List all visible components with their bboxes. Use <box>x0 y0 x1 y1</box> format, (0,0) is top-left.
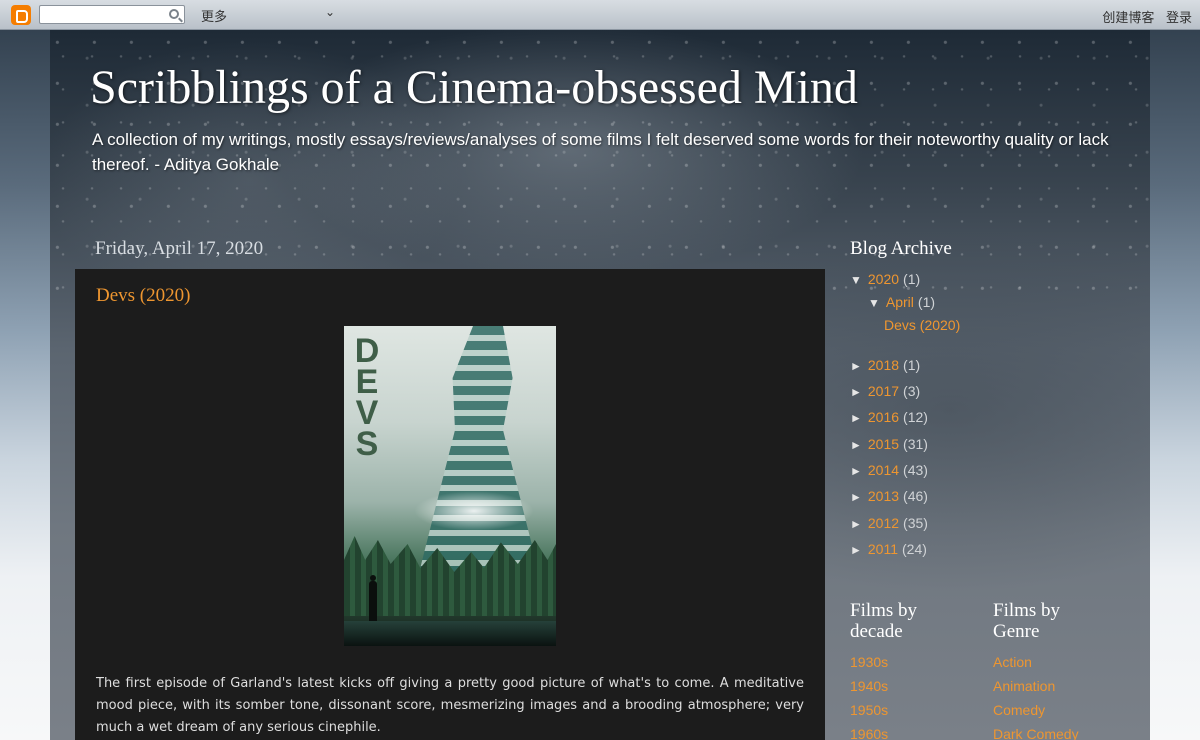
navbar: 更多 ⌄ 创建博客 登录 <box>0 0 1200 30</box>
archive-year: ► 2016 (12) <box>850 409 928 425</box>
create-blog-link[interactable]: 创建博客 <box>1102 10 1154 25</box>
archive-year: ► 2011 (24) <box>850 541 927 557</box>
genre-heading: Films by Genre <box>993 600 1061 642</box>
archive-link[interactable]: 2013 <box>868 488 899 504</box>
post-body: The first episode of Garland's latest ki… <box>96 676 804 735</box>
blog-description: A collection of my writings, mostly essa… <box>92 130 1109 174</box>
archive-count: (1) <box>903 357 921 373</box>
blogger-logo-icon[interactable] <box>11 5 31 25</box>
collapsed-triangle-icon[interactable]: ► <box>850 517 862 531</box>
archive-link[interactable]: 2017 <box>868 383 899 399</box>
collapsed-triangle-icon[interactable]: ► <box>850 490 862 504</box>
decade-link[interactable]: 1930s <box>850 654 888 678</box>
archive-link[interactable]: 2012 <box>868 515 899 531</box>
archive-year: ► 2018 (1) <box>850 357 920 373</box>
poster-cloud <box>414 491 534 531</box>
post-date: Friday, April 17, 2020 <box>95 238 264 259</box>
archive-heading: Blog Archive <box>850 238 952 259</box>
nav-actions: 创建博客 登录 <box>1094 7 1192 26</box>
more-dropdown[interactable]: 更多 ⌄ <box>201 5 337 24</box>
archive-count: (35) <box>903 515 928 531</box>
genre-link[interactable]: Action <box>993 654 1079 678</box>
decade-link[interactable]: 1960s <box>850 726 888 740</box>
collapsed-triangle-icon[interactable]: ► <box>850 543 862 557</box>
archive-link[interactable]: 2011 <box>868 541 898 557</box>
decade-link[interactable]: 1950s <box>850 702 888 726</box>
archive-post-devs: Devs (2020) <box>884 317 960 333</box>
decade-heading: Films by decade <box>850 600 918 642</box>
archive-link[interactable]: 2018 <box>868 357 899 373</box>
search-input[interactable] <box>40 6 162 24</box>
poster-image[interactable]: D E V S <box>344 326 556 646</box>
archive-link[interactable]: Devs (2020) <box>884 317 960 333</box>
archive-year-2020: ▼ 2020 (1) <box>850 271 920 287</box>
decade-link[interactable]: 1940s <box>850 678 888 702</box>
genre-list: Action Animation Comedy Dark Comedy <box>993 654 1079 740</box>
content-column: Scribblings of a Cinema-obsessed Mind A … <box>50 30 1150 740</box>
poster-letter: S <box>355 425 379 463</box>
expanded-triangle-icon[interactable]: ▼ <box>850 273 862 287</box>
collapsed-triangle-icon[interactable]: ► <box>850 385 862 399</box>
poster-silhouette <box>369 575 377 621</box>
archive-year: ► 2012 (35) <box>850 515 928 531</box>
archive-count: (31) <box>903 436 928 452</box>
archive-month-april: ▼ April (1) <box>868 294 935 310</box>
chevron-down-icon: ⌄ <box>324 5 335 19</box>
login-link[interactable]: 登录 <box>1166 10 1192 25</box>
archive-count: (12) <box>903 409 928 425</box>
collapsed-triangle-icon[interactable]: ► <box>850 359 862 373</box>
archive-link[interactable]: April <box>886 294 914 310</box>
search-box <box>39 5 185 24</box>
genre-link[interactable]: Animation <box>993 678 1079 702</box>
archive-year: ► 2013 (46) <box>850 488 928 504</box>
blog-title[interactable]: Scribblings of a Cinema-obsessed Mind <box>90 60 858 115</box>
archive-count: (1) <box>903 271 921 287</box>
archive-link[interactable]: 2016 <box>868 409 899 425</box>
poster-logo: D E V S <box>350 334 384 463</box>
poster-ground <box>344 621 556 646</box>
archive-link[interactable]: 2020 <box>868 271 899 287</box>
collapsed-triangle-icon[interactable]: ► <box>850 411 862 425</box>
genre-link[interactable]: Dark Comedy <box>993 726 1079 740</box>
expanded-triangle-icon[interactable]: ▼ <box>868 296 880 310</box>
genre-link[interactable]: Comedy <box>993 702 1079 726</box>
collapsed-triangle-icon[interactable]: ► <box>850 438 862 452</box>
archive-year: ► 2017 (3) <box>850 383 920 399</box>
archive-link[interactable]: 2015 <box>868 436 899 452</box>
archive-year: ► 2015 (31) <box>850 436 928 452</box>
collapsed-triangle-icon[interactable]: ► <box>850 464 862 478</box>
more-label: 更多 <box>201 9 228 24</box>
archive-count: (24) <box>902 541 927 557</box>
archive-count: (3) <box>903 383 921 399</box>
post-title-link[interactable]: Devs (2020) <box>96 285 190 307</box>
post: Devs (2020) D E V S The first episode of… <box>75 269 825 740</box>
archive-count: (43) <box>903 462 928 478</box>
archive-year: ► 2014 (43) <box>850 462 928 478</box>
search-icon[interactable] <box>169 9 179 19</box>
archive-count: (46) <box>903 488 928 504</box>
decade-list: 1930s 1940s 1950s 1960s <box>850 654 888 740</box>
poster-figure <box>419 326 539 573</box>
archive-count: (1) <box>917 294 936 310</box>
archive-link[interactable]: 2014 <box>868 462 899 478</box>
